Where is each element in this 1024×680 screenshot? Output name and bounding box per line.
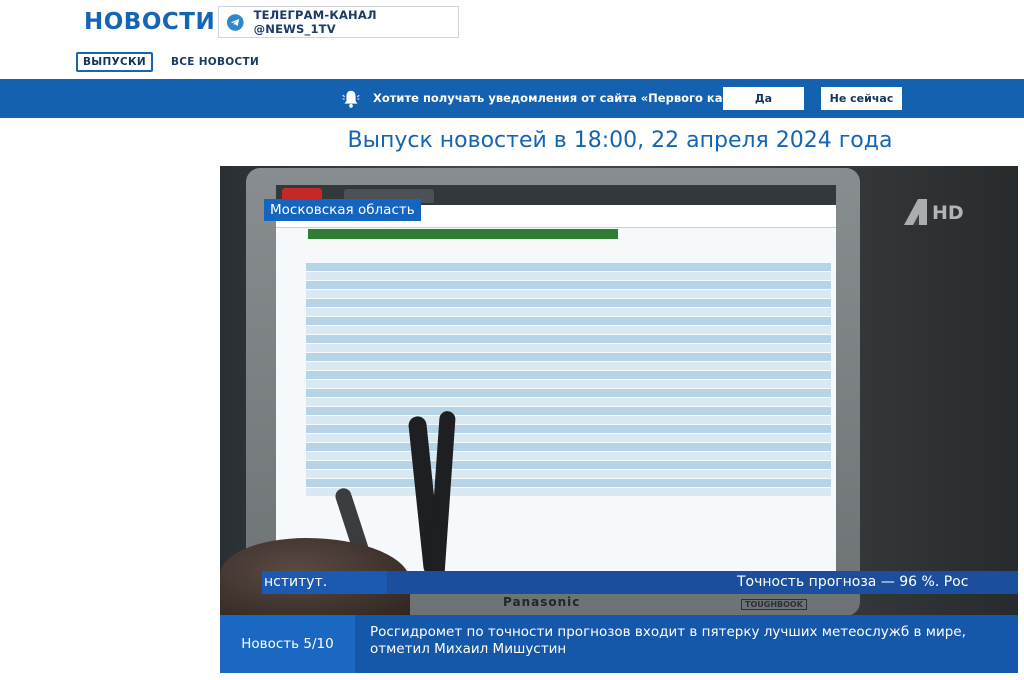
- table-row: [306, 344, 831, 352]
- table-row: [306, 317, 831, 325]
- table-row: [306, 470, 831, 478]
- laptop-brand: Panasonic: [503, 595, 581, 609]
- news-ticker: нститут. Точность прогноза — 96 %. Рос: [262, 571, 1018, 594]
- news-caption: Новость 5/10 Росгидромет по точности про…: [220, 615, 1018, 673]
- region-label: Московская область: [264, 199, 421, 221]
- table-row: [306, 290, 831, 298]
- news-counter: Новость 5/10: [220, 615, 355, 673]
- ticker-left-text: нститут.: [264, 574, 328, 590]
- notification-not-now-button[interactable]: Не сейчас: [821, 87, 902, 110]
- table-row: [306, 326, 831, 334]
- table-row: [306, 452, 831, 460]
- news-caption-text: Росгидромет по точности прогнозов входит…: [355, 615, 1018, 673]
- site-logo[interactable]: НОВОСТИ: [84, 9, 215, 35]
- table-row: [306, 434, 831, 442]
- svg-text:HD: HD: [932, 202, 964, 224]
- telegram-icon: [227, 13, 244, 31]
- tab-releases[interactable]: ВЫПУСКИ: [76, 52, 153, 72]
- sensor-data-table: [306, 263, 831, 496]
- table-row: [306, 407, 831, 415]
- notification-yes-button[interactable]: Да: [723, 87, 804, 110]
- table-row: [306, 425, 831, 433]
- channel-one-logo: HD: [904, 199, 964, 225]
- laptop-screen: [276, 185, 836, 573]
- table-row: [306, 335, 831, 343]
- laptop-model: TOUGHBOOK: [741, 599, 807, 610]
- table-row: [306, 299, 831, 307]
- table-row: [306, 362, 831, 370]
- table-row: [306, 479, 831, 487]
- table-row: [306, 380, 831, 388]
- bell-icon: [342, 90, 360, 108]
- table-row: [306, 371, 831, 379]
- telegram-channel-label: ТЕЛЕГРАМ-КАНАЛ @NEWS_1TV: [253, 8, 377, 36]
- table-row: [306, 353, 831, 361]
- table-row: [306, 443, 831, 451]
- sub-navigation: ВЫПУСКИ ВСЕ НОВОСТИ: [76, 52, 259, 72]
- ticker-right-text: Точность прогноза — 96 %. Рос: [737, 574, 969, 590]
- page-title: Выпуск новостей в 18:00, 22 апреля 2024 …: [347, 128, 893, 153]
- table-row: [306, 263, 831, 271]
- tab-all-news[interactable]: ВСЕ НОВОСТИ: [171, 56, 259, 68]
- table-row: [306, 281, 831, 289]
- telegram-channel-link[interactable]: ТЕЛЕГРАМ-КАНАЛ @NEWS_1TV: [218, 6, 459, 38]
- web-app-menu: [308, 229, 618, 239]
- table-row: [306, 416, 831, 424]
- table-row: [306, 272, 831, 280]
- video-player[interactable]: Panasonic TOUGHBOOK Московская область H…: [220, 166, 1018, 615]
- notification-bar: Хотите получать уведомления от сайта «Пе…: [0, 79, 1024, 118]
- table-row: [306, 398, 831, 406]
- table-row: [306, 488, 831, 496]
- table-row: [306, 389, 831, 397]
- table-row: [306, 308, 831, 316]
- notification-text: Хотите получать уведомления от сайта «Пе…: [373, 91, 769, 105]
- table-row: [306, 461, 831, 469]
